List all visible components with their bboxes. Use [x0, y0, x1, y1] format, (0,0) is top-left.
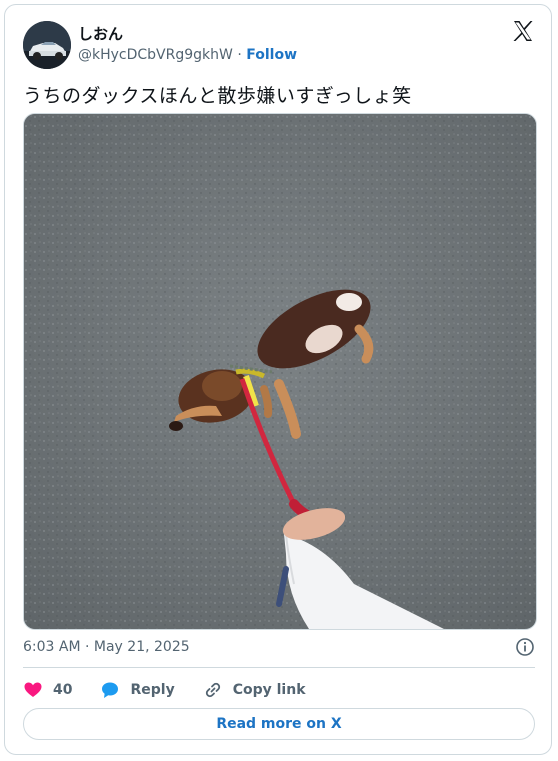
read-more-button[interactable]: Read more on X [23, 708, 535, 740]
like-count: 40 [53, 682, 73, 698]
separator-dot: · [237, 47, 242, 63]
copy-link-label: Copy link [232, 682, 306, 698]
action-bar: 40 Reply Copy link [23, 679, 334, 701]
x-logo-icon[interactable] [511, 19, 535, 43]
link-icon [205, 682, 220, 698]
copy-link-button[interactable]: Copy link [203, 680, 306, 700]
divider [23, 667, 535, 668]
author-display-name[interactable]: しおん [78, 23, 123, 44]
heart-icon [24, 682, 42, 697]
info-icon[interactable] [515, 637, 535, 657]
tweet-text: うちのダックスほんと散歩嫌いすぎっしょ笑 [23, 85, 412, 107]
dog-on-leash-photo [24, 114, 536, 629]
author-handle-row: @kHycDCbVRg9gkhW · Follow [78, 47, 297, 63]
timestamp-row: 6:03 AM · May 21, 2025 [23, 637, 535, 657]
reply-button[interactable]: Reply [100, 680, 175, 700]
reply-label: Reply [130, 682, 175, 698]
avatar-car-image [23, 21, 71, 69]
reply-bubble-icon [102, 682, 119, 698]
like-button[interactable]: 40 [23, 680, 72, 700]
author-handle[interactable]: @kHycDCbVRg9gkhW [78, 47, 233, 63]
tweet-timestamp[interactable]: 6:03 AM · May 21, 2025 [23, 639, 190, 655]
embedded-tweet-card: しおん @kHycDCbVRg9gkhW · Follow うちのダックスほんと… [4, 4, 552, 755]
follow-button[interactable]: Follow [246, 47, 297, 63]
avatar[interactable] [23, 21, 71, 69]
tweet-photo[interactable] [23, 113, 537, 630]
